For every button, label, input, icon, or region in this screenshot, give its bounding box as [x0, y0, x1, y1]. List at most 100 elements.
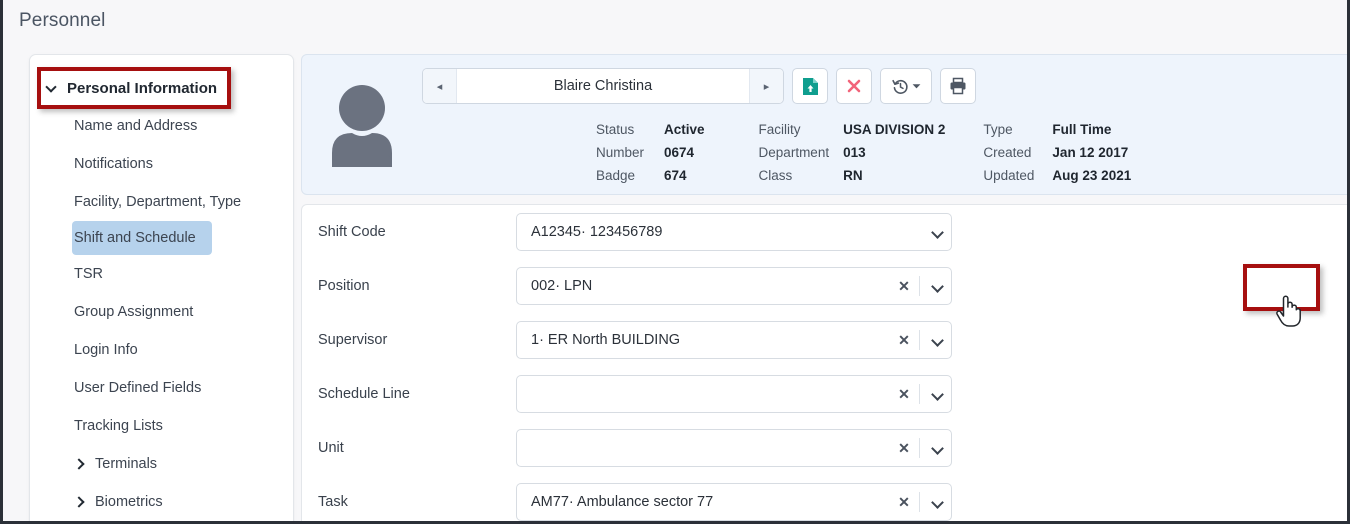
summary-value: USA DIVISION 2 [843, 122, 946, 137]
chevron-down-icon[interactable] [923, 228, 951, 237]
clear-icon[interactable]: ✕ [892, 440, 916, 457]
sidebar-item-biometrics[interactable]: Biometrics [30, 483, 293, 521]
summary-label: Updated [983, 168, 1035, 183]
summary-group-type: Type Created Updated Full Time Jan 12 20… [983, 118, 1131, 187]
document-upload-icon [802, 77, 818, 95]
supervisor-select[interactable]: 1· ER North BUILDING ✕ [516, 321, 952, 359]
field-label: Shift Code [318, 224, 386, 240]
unit-select[interactable]: ✕ [516, 429, 952, 467]
summary-label: Status [596, 122, 635, 137]
person-summary-card: ◂ Blaire Christina ▸ Status Number Badge… [301, 54, 1347, 195]
delete-button[interactable] [836, 68, 872, 104]
form-row-schedule-line: Schedule Line ✕ [302, 367, 1347, 421]
summary-value: Full Time [1052, 122, 1112, 137]
sidebar-item-label: TSR [74, 266, 103, 282]
summary-label: Facility [758, 122, 801, 137]
printer-icon [950, 77, 966, 95]
field-value: 002· LPN [531, 278, 593, 294]
summary-label: Badge [596, 168, 636, 183]
task-select[interactable]: AM77· Ambulance sector 77 ✕ [516, 483, 952, 521]
divider [919, 492, 920, 512]
divider [919, 384, 920, 404]
sidebar-item-login-info[interactable]: Login Info [30, 331, 293, 369]
clear-icon[interactable]: ✕ [892, 278, 916, 295]
person-avatar-icon [332, 84, 392, 167]
divider [919, 276, 920, 296]
record-toolbar: ◂ Blaire Christina ▸ [422, 68, 1347, 104]
print-button[interactable] [940, 68, 976, 104]
sidebar-item-personal-information[interactable]: Personal Information [30, 69, 293, 107]
clear-icon[interactable]: ✕ [892, 386, 916, 403]
shift-schedule-form: Shift Code A12345· 123456789 Position 00… [301, 204, 1347, 521]
summary-label: Department [758, 145, 830, 160]
summary-values: USA DIVISION 2 013 RN [843, 118, 945, 187]
sidebar-item-label: Terminals [95, 456, 158, 472]
clear-icon[interactable]: ✕ [892, 494, 916, 511]
field-label: Schedule Line [318, 386, 410, 402]
sidebar-panel: Personal Information Name and Address No… [29, 54, 294, 521]
sidebar-item-label: Login Info [74, 342, 138, 358]
shift-code-select[interactable]: A12345· 123456789 [516, 213, 952, 251]
summary-label: Class [758, 168, 793, 183]
summary-labels: Facility Department Class [759, 118, 830, 187]
schedule-line-select[interactable]: ✕ [516, 375, 952, 413]
field-value: A12345· 123456789 [531, 224, 663, 240]
chevron-down-icon[interactable] [923, 282, 951, 291]
summary-field-grid: Status Number Badge Active 0674 674 Faci… [422, 118, 1347, 187]
summary-label: Type [983, 122, 1013, 137]
summary-value: Aug 23 2021 [1052, 168, 1132, 183]
sidebar-item-notifications[interactable]: Notifications [30, 145, 293, 183]
export-document-button[interactable] [792, 68, 828, 104]
summary-labels: Status Number Badge [596, 118, 644, 187]
history-button[interactable] [880, 68, 932, 104]
summary-value: Active [664, 122, 705, 137]
clear-icon[interactable]: ✕ [892, 332, 916, 349]
next-record-button[interactable]: ▸ [749, 69, 783, 103]
sidebar-item-label: Name and Address [74, 118, 198, 134]
chevron-down-icon[interactable] [923, 444, 951, 453]
sidebar-item-terminals[interactable]: Terminals [30, 445, 293, 483]
sidebar-item-tracking-lists[interactable]: Tracking Lists [30, 407, 293, 445]
sidebar-item-label: Shift and Schedule [74, 230, 196, 246]
record-navigator: ◂ Blaire Christina ▸ [422, 68, 784, 104]
sidebar-item-label: Notifications [74, 156, 153, 172]
form-row-position: Position 002· LPN ✕ [302, 259, 1347, 313]
sidebar-item-label: Personal Information [67, 79, 218, 97]
chevron-down-icon [46, 82, 58, 94]
record-name[interactable]: Blaire Christina [457, 69, 749, 103]
summary-labels: Type Created Updated [983, 118, 1034, 187]
main-content: ◂ Blaire Christina ▸ Status Number Badge… [301, 54, 1347, 521]
summary-group-facility: Facility Department Class USA DIVISION 2… [759, 118, 946, 187]
sidebar-item-shift-and-schedule[interactable]: Shift and Schedule [72, 221, 212, 255]
field-label: Unit [318, 440, 344, 456]
sidebar-item-user-defined-fields[interactable]: User Defined Fields [30, 369, 293, 407]
chevron-right-icon [74, 496, 86, 508]
sidebar-item-tsr[interactable]: TSR [30, 255, 293, 293]
previous-record-button[interactable]: ◂ [423, 69, 457, 103]
page-title: Personnel [19, 10, 106, 31]
form-row-shift-code: Shift Code A12345· 123456789 [302, 205, 1347, 259]
summary-values: Full Time Jan 12 2017 Aug 23 2021 [1052, 118, 1131, 187]
sidebar-item-group-assignment[interactable]: Group Assignment [30, 293, 293, 331]
summary-value: RN [843, 168, 863, 183]
sidebar-item-facility-department-type[interactable]: Facility, Department, Type [30, 183, 293, 221]
field-value: AM77· Ambulance sector 77 [531, 494, 714, 510]
sidebar-item-label: Facility, Department, Type [74, 194, 242, 210]
summary-value: 674 [664, 168, 687, 183]
avatar [302, 55, 422, 194]
chevron-down-icon [912, 83, 920, 88]
position-select[interactable]: 002· LPN ✕ [516, 267, 952, 305]
field-label: Task [318, 494, 348, 510]
summary-details: ◂ Blaire Christina ▸ Status Number Badge… [422, 55, 1347, 194]
chevron-down-icon[interactable] [923, 390, 951, 399]
sidebar-item-label: Tracking Lists [74, 418, 163, 434]
page-header: Personnel [3, 0, 1347, 42]
field-label: Position [318, 278, 370, 294]
sidebar-item-name-and-address[interactable]: Name and Address [30, 107, 293, 145]
chevron-down-icon[interactable] [923, 498, 951, 507]
chevron-down-icon[interactable] [923, 336, 951, 345]
summary-label: Number [596, 145, 645, 160]
sidebar-item-label: Biometrics [95, 494, 163, 510]
summary-label: Created [983, 145, 1032, 160]
form-row-supervisor: Supervisor 1· ER North BUILDING ✕ [302, 313, 1347, 367]
